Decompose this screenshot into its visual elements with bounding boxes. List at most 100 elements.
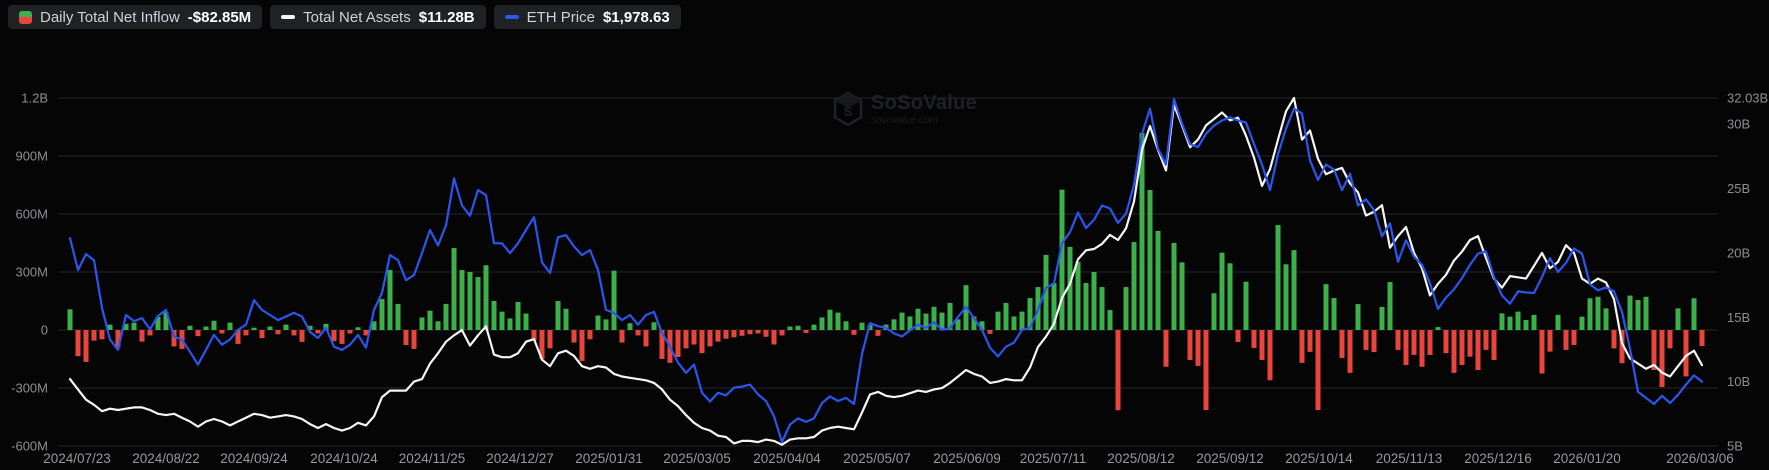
inflow-bar: [1507, 316, 1513, 330]
inflow-bar: [651, 322, 657, 330]
inflow-bar: [1411, 330, 1417, 355]
inflow-bar: [1003, 302, 1009, 330]
inflow-bar: [459, 270, 465, 330]
inflow-bar: [579, 330, 585, 361]
inflow-bar: [859, 322, 865, 330]
net-assets-line: [68, 96, 1704, 446]
inflow-bar: [1331, 298, 1337, 330]
inflow-bar: [1011, 316, 1017, 330]
inflow-bar: [795, 325, 801, 330]
left-axis-tick-label: 600M: [15, 207, 48, 222]
inflow-bar: [91, 330, 97, 341]
inflow-bar: [355, 327, 361, 330]
inflow-bar: [67, 309, 73, 330]
inflow-bar: [1475, 330, 1481, 371]
inflow-bar: [1179, 262, 1185, 330]
inflow-bar: [451, 248, 457, 330]
inflow-bar: [1387, 282, 1393, 330]
inflow-bar: [675, 330, 681, 358]
inflow-bar: [1643, 296, 1649, 330]
inflow-bar: [875, 330, 881, 336]
inflow-bar: [1603, 308, 1609, 330]
inflow-bar: [1515, 311, 1521, 330]
x-axis-tick-label: 2024/11/25: [399, 451, 466, 466]
inflow-bar: [1227, 263, 1233, 330]
inflow-bar: [1163, 330, 1169, 367]
inflow-bar: [771, 330, 777, 345]
inflow-bar: [827, 309, 833, 330]
inflow-bar: [419, 317, 425, 330]
inflow-bar: [1459, 330, 1465, 365]
inflow-bar: [275, 330, 281, 335]
inflow-bar: [843, 321, 849, 330]
x-axis-tick-label: 2025/01/31: [575, 451, 643, 466]
inflow-bar-icon-red: [19, 17, 32, 24]
inflow-bar: [219, 330, 225, 334]
inflow-bar: [1379, 306, 1385, 330]
inflow-bar: [131, 322, 137, 330]
inflow-bar: [1187, 330, 1193, 360]
right-axis-tick-label: 10B: [1727, 374, 1750, 389]
inflow-bar: [1147, 190, 1153, 330]
eth-etf-flow-chart-page: Daily Total Net Inflow -$82.85M Total Ne…: [0, 0, 1769, 470]
inflow-bar: [731, 330, 737, 338]
left-axis-tick-label: -300M: [11, 381, 48, 396]
inflow-bar: [1083, 283, 1089, 330]
inflow-bar: [1267, 330, 1273, 381]
legend-daily-net-inflow[interactable]: Daily Total Net Inflow -$82.85M: [8, 5, 263, 29]
inflow-bar: [803, 330, 809, 333]
chart-plot-area[interactable]: 1.2B900M600M300M0-300M-600M32.03B30B25B2…: [0, 0, 1769, 470]
inflow-bar: [1315, 330, 1321, 411]
inflow-bar: [987, 330, 993, 334]
inflow-bar: [1203, 330, 1209, 411]
inflow-bar: [755, 330, 761, 334]
legend-eth-price[interactable]: ETH Price $1,978.63: [493, 5, 681, 29]
net-assets-dash-icon: [281, 15, 296, 19]
inflow-bar: [411, 330, 417, 349]
inflow-bar: [1235, 330, 1241, 342]
inflow-bar: [595, 315, 601, 330]
inflow-bar: [707, 330, 713, 347]
chart-legend: Daily Total Net Inflow -$82.85M Total Ne…: [8, 5, 681, 29]
inflow-bar: [563, 308, 569, 330]
inflow-bar: [387, 270, 393, 330]
x-axis-tick-label: 2024/12/27: [486, 451, 554, 466]
inflow-bar: [1371, 330, 1377, 353]
inflow-bar: [835, 312, 841, 330]
inflow-bar: [139, 330, 145, 342]
legend-total-net-assets[interactable]: Total Net Assets $11.28B: [270, 5, 486, 29]
inflow-bar: [1107, 310, 1113, 330]
inflow-bar: [251, 327, 257, 330]
inflow-bar: [635, 330, 641, 336]
inflow-bar: [1571, 330, 1577, 346]
legend-label-inflow: Daily Total Net Inflow: [40, 8, 180, 26]
inflow-bar: [587, 330, 593, 340]
left-axis-tick-label: 300M: [15, 265, 48, 280]
inflow-bar: [523, 313, 529, 330]
legend-value-assets: $11.28B: [418, 8, 475, 26]
inflow-bar: [507, 318, 513, 330]
inflow-bar: [1523, 319, 1529, 330]
inflow-bar: [1427, 330, 1433, 355]
inflow-bar: [811, 324, 817, 330]
x-axis-tick-label: 2025/12/16: [1464, 451, 1532, 466]
inflow-bar: [603, 319, 609, 330]
inflow-bar: [1275, 225, 1281, 330]
inflow-bar: [699, 330, 705, 354]
inflow-bar: [1587, 298, 1593, 330]
inflow-bar: [467, 272, 473, 330]
inflow-bar: [1627, 295, 1633, 330]
inflow-bar: [851, 330, 857, 335]
inflow-bar: [691, 330, 697, 345]
inflow-bar: [763, 330, 769, 337]
inflow-bar: [203, 326, 209, 330]
inflow-bar: [1611, 330, 1617, 349]
x-axis-tick-label: 2024/10/24: [310, 451, 378, 466]
inflow-bar: [1355, 304, 1361, 330]
inflow-bar: [1499, 313, 1505, 330]
inflow-bar: [475, 277, 481, 330]
inflow-bar: [571, 330, 577, 343]
inflow-bar: [491, 301, 497, 330]
inflow-bar: [1019, 311, 1025, 330]
inflow-bar: [547, 330, 553, 349]
